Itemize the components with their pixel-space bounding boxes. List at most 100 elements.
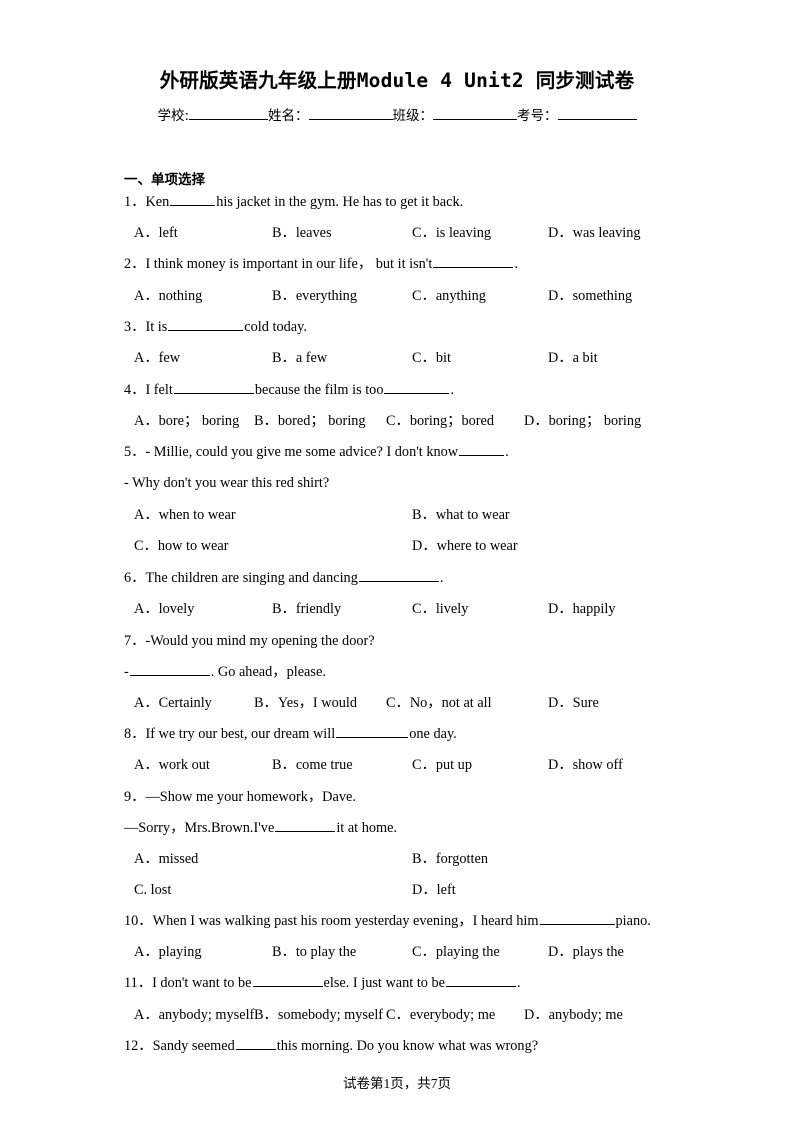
q6-option-b[interactable]: B．friendly	[272, 600, 341, 618]
q6-option-c[interactable]: C．lively	[412, 600, 468, 618]
q11-option-c[interactable]: C．everybody; me	[386, 1006, 495, 1024]
q1-stem-before: 1．Ken	[124, 194, 170, 210]
q8-blank[interactable]	[336, 725, 409, 738]
q9-blank[interactable]	[275, 819, 336, 832]
question-stem-1: 1．Ken his jacket in the gym. He has to ge…	[124, 193, 684, 211]
q8-option-b[interactable]: B．come true	[272, 756, 353, 774]
q12-stem-after: this morning. Do you know what was wrong…	[276, 1038, 539, 1054]
q5-option-d[interactable]: D．where to wear	[412, 537, 518, 555]
q11-blank-1[interactable]	[252, 974, 323, 987]
q2-option-a[interactable]: A．nothing	[134, 287, 202, 305]
q3-option-c[interactable]: C．bit	[412, 349, 451, 367]
question-stem-3: 3．It is cold today.	[124, 318, 684, 336]
q4-option-b[interactable]: B．bored； boring	[254, 412, 366, 430]
q9-line2-before: —Sorry，Mrs.Brown.I've	[124, 820, 275, 836]
q2-stem-before: 2．I think money is important in our life…	[124, 256, 433, 272]
q10-option-a[interactable]: A．playing	[134, 943, 202, 961]
q5-option-a[interactable]: A．when to wear	[134, 506, 236, 524]
q2-option-b[interactable]: B．everything	[272, 287, 357, 305]
q9-option-d[interactable]: D．left	[412, 881, 456, 899]
question-stem-10: 10．When I was walking past his room yest…	[124, 912, 684, 930]
q1-option-b[interactable]: B．leaves	[272, 224, 332, 242]
q5-option-b[interactable]: B．what to wear	[412, 506, 510, 524]
q8-option-a[interactable]: A．work out	[134, 756, 210, 774]
q6-blank[interactable]	[358, 569, 439, 582]
question-stem-7-line2: - . Go ahead，please.	[124, 663, 684, 681]
q7-blank[interactable]	[129, 663, 210, 676]
class-blank[interactable]	[433, 106, 518, 120]
q9-option-c[interactable]: C. lost	[134, 881, 171, 899]
q5-option-c[interactable]: C．how to wear	[134, 537, 229, 555]
q1-option-c[interactable]: C．is leaving	[412, 224, 491, 242]
q12-stem-before: 12．Sandy seemed	[124, 1038, 235, 1054]
question-stem-9-line2: —Sorry，Mrs.Brown.I've it at home.	[124, 819, 684, 837]
page-title: 外研版英语九年级上册Module 4 Unit2 同步测试卷	[159, 69, 635, 92]
school-blank[interactable]	[189, 106, 269, 120]
exam-no-blank[interactable]	[557, 106, 637, 120]
q10-option-b[interactable]: B．to play the	[272, 943, 356, 961]
q4-stem-mid: because the film is too	[254, 382, 384, 398]
name-blank[interactable]	[308, 106, 393, 120]
footer-suffix: 页	[437, 1076, 452, 1092]
question-stem-9: 9．—Show me your homework，Dave.	[124, 789, 356, 805]
q9-option-a[interactable]: A．missed	[134, 850, 198, 868]
q3-blank[interactable]	[168, 318, 244, 331]
exam-page: 外研版英语九年级上册Module 4 Unit2 同步测试卷 学校: 姓名： 班级：…	[0, 0, 794, 1123]
q3-option-b[interactable]: B．a few	[272, 349, 327, 367]
q1-option-d[interactable]: D．was leaving	[548, 224, 641, 242]
q7-option-b[interactable]: B．Yes，I would	[254, 694, 357, 712]
q4-option-d[interactable]: D．boring； boring	[524, 412, 641, 430]
question-stem-11: 11．I don't want to be else. I just want t…	[124, 974, 684, 992]
q7-line2-before: -	[124, 664, 129, 680]
footer-total-pages: 7	[430, 1076, 438, 1091]
q11-option-d[interactable]: D．anybody; me	[524, 1006, 623, 1024]
q1-option-a[interactable]: A．left	[134, 224, 178, 242]
question-stem-2: 2．I think money is important in our life…	[124, 255, 684, 273]
q4-stem-before: 4．I felt	[124, 382, 173, 398]
question-stem-12: 12．Sandy seemed this morning. Do you know…	[124, 1037, 684, 1055]
q8-option-d[interactable]: D．show off	[548, 756, 623, 774]
student-info-line: 学校: 姓名： 班级： 考号：	[0, 104, 794, 124]
q11-blank-2[interactable]	[446, 974, 517, 987]
q2-option-d[interactable]: D．something	[548, 287, 632, 305]
q6-option-a[interactable]: A．lovely	[134, 600, 194, 618]
question-stem-5: 5．- Millie, could you give me some advic…	[124, 443, 684, 461]
q2-option-c[interactable]: C．anything	[412, 287, 486, 305]
footer-middle: 页，共	[390, 1076, 431, 1092]
q11-stem-after: .	[517, 975, 521, 991]
q4-option-c[interactable]: C．boring；bored	[386, 412, 494, 430]
q4-stem-after: .	[450, 382, 455, 398]
q11-option-b[interactable]: B．somebody; myself	[254, 1006, 383, 1024]
q6-option-d[interactable]: D．happily	[548, 600, 616, 618]
q9-option-b[interactable]: B．forgotten	[412, 850, 488, 868]
question-stem-8: 8．If we try our best, our dream will one …	[124, 725, 684, 743]
q5-blank[interactable]	[459, 443, 505, 456]
question-stem-4: 4．I felt because the film is too.	[124, 381, 684, 399]
q11-stem-mid: else. I just want to be	[323, 975, 446, 991]
q3-option-d[interactable]: D．a bit	[548, 349, 598, 367]
q7-option-d[interactable]: D．Sure	[548, 694, 599, 712]
q12-blank[interactable]	[235, 1037, 276, 1050]
q11-stem-before: 11．I don't want to be	[124, 975, 252, 991]
q4-option-a[interactable]: A．bore； boring	[134, 412, 239, 430]
q2-stem-after: .	[514, 256, 518, 272]
q3-option-a[interactable]: A．few	[134, 349, 180, 367]
q8-option-c[interactable]: C．put up	[412, 756, 472, 774]
q9-line2-after: it at home.	[336, 820, 398, 836]
q4-blank-2[interactable]	[384, 381, 450, 394]
question-stem-7: 7．-Would you mind my opening the door?	[124, 633, 375, 649]
q10-blank[interactable]	[539, 912, 615, 925]
q10-option-c[interactable]: C．playing the	[412, 943, 500, 961]
q10-option-d[interactable]: D．plays the	[548, 943, 624, 961]
q1-blank[interactable]	[170, 193, 216, 206]
q7-option-c[interactable]: C．No，not at all	[386, 694, 492, 712]
q10-stem-before: 10．When I was walking past his room yest…	[124, 913, 539, 929]
q5-stem-before: 5．- Millie, could you give me some advic…	[124, 444, 459, 460]
q3-stem-after: cold today.	[244, 319, 307, 335]
q4-blank-1[interactable]	[173, 381, 254, 394]
q2-blank[interactable]	[433, 255, 514, 268]
q11-option-a[interactable]: A．anybody; myself	[134, 1006, 254, 1024]
q5-stem-after: .	[505, 444, 509, 460]
q7-option-a[interactable]: A．Certainly	[134, 694, 212, 712]
q10-stem-after: piano.	[615, 913, 651, 929]
